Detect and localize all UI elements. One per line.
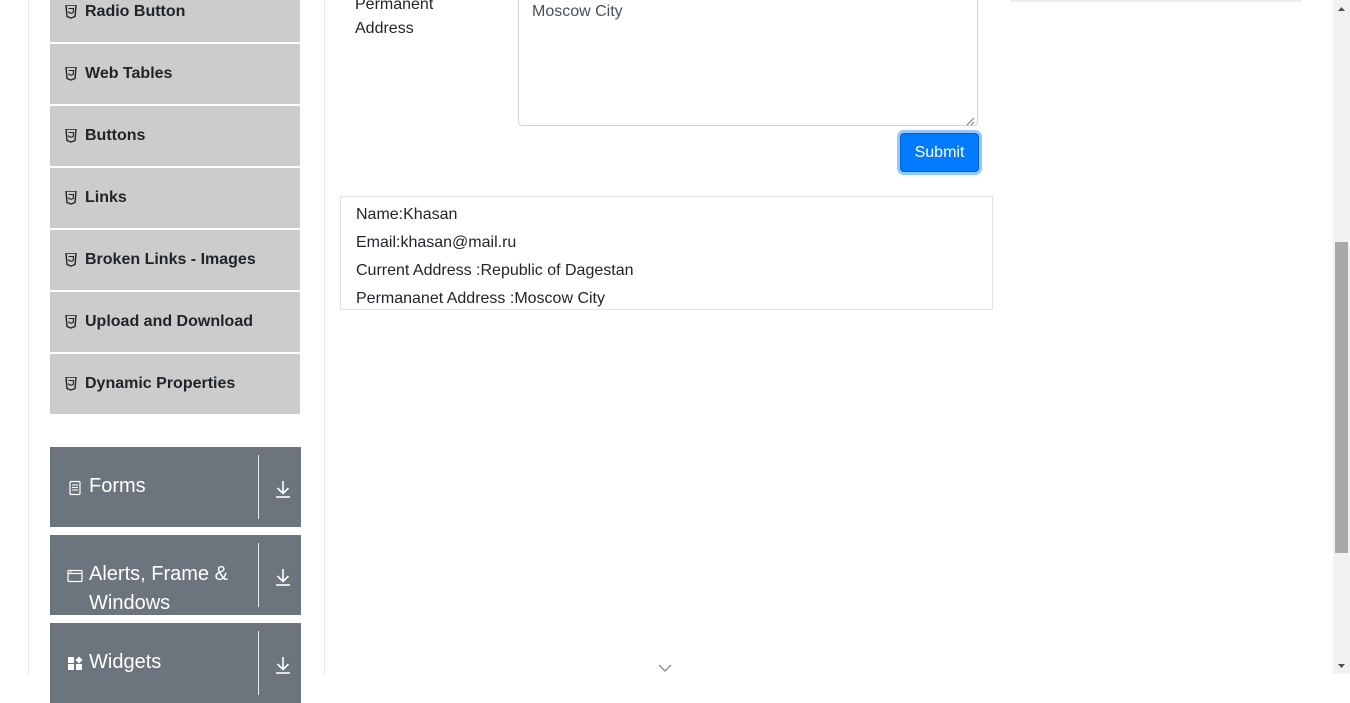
group-header-forms[interactable]: Forms	[50, 447, 301, 527]
submit-button[interactable]: Submit	[900, 133, 979, 172]
menu-item-buttons[interactable]: Buttons	[50, 106, 300, 168]
html5-icon	[65, 5, 77, 19]
scroll-down-arrow-icon[interactable]	[1333, 659, 1350, 671]
menu-item-upload-download[interactable]: Upload and Download	[50, 292, 300, 354]
menu-item-label: Upload and Download	[85, 313, 253, 330]
html5-icon	[65, 377, 77, 391]
sidebar-divider	[324, 0, 325, 674]
right-ad-panel-edge	[1010, 0, 1302, 2]
menu-item-web-tables[interactable]: Web Tables	[50, 44, 300, 106]
group-separator	[258, 455, 259, 519]
chevron-down-icon[interactable]	[658, 660, 672, 672]
group-separator	[258, 631, 259, 695]
menu-item-label: Radio Button	[85, 3, 186, 20]
menu-item-label: Dynamic Properties	[85, 375, 236, 392]
scroll-up-arrow-icon[interactable]	[1333, 2, 1350, 14]
output-current-address: Current Address :Republic of Dagestan	[356, 262, 634, 279]
document-icon	[67, 480, 83, 496]
output-name: Name:Khasan	[356, 206, 458, 223]
group-header-widgets[interactable]: Widgets	[50, 623, 301, 703]
html5-icon	[65, 191, 77, 205]
output-panel: Name:Khasan Email:khasan@mail.ru Current…	[340, 196, 993, 310]
output-permanent-address: Permananet Address :Moscow City	[356, 290, 605, 307]
group-title: Widgets	[89, 651, 162, 673]
html5-icon	[65, 129, 77, 143]
group-title: Alerts, Frame & Windows	[89, 563, 228, 614]
menu-item-radio-button[interactable]: Radio Button	[50, 0, 300, 44]
menu-item-links[interactable]: Links	[50, 168, 300, 230]
scrollbar-thumb[interactable]	[1335, 242, 1348, 553]
menu-item-label: Broken Links - Images	[85, 251, 256, 268]
download-arrow-icon	[274, 655, 292, 675]
permanent-address-label: Permanent Address	[355, 0, 434, 37]
download-arrow-icon	[274, 479, 292, 499]
html5-icon	[65, 315, 77, 329]
output-email: Email:khasan@mail.ru	[356, 234, 517, 251]
menu-item-dynamic-properties[interactable]: Dynamic Properties	[50, 354, 300, 416]
textarea-value: Moscow City	[532, 3, 623, 20]
group-title: Forms	[89, 475, 146, 497]
resize-grip-icon[interactable]	[965, 113, 975, 126]
html5-icon	[65, 253, 77, 267]
menu-item-label: Web Tables	[85, 65, 173, 82]
menu-item-label: Links	[85, 189, 127, 206]
left-border	[28, 0, 29, 674]
menu-item-label: Buttons	[85, 127, 146, 144]
permanent-address-textarea[interactable]: Moscow City	[518, 0, 978, 126]
download-arrow-icon	[274, 567, 292, 587]
group-separator	[258, 543, 259, 607]
widgets-icon	[67, 656, 83, 672]
group-header-alerts-frame-windows[interactable]: Alerts, Frame & Windows	[50, 535, 301, 615]
menu-item-broken-links[interactable]: Broken Links - Images	[50, 230, 300, 292]
window-icon	[67, 568, 83, 584]
html5-icon	[65, 67, 77, 81]
page-scrollbar[interactable]	[1333, 0, 1350, 674]
elements-menu-list: Radio Button Web Tables Buttons Links Br…	[50, 0, 300, 416]
